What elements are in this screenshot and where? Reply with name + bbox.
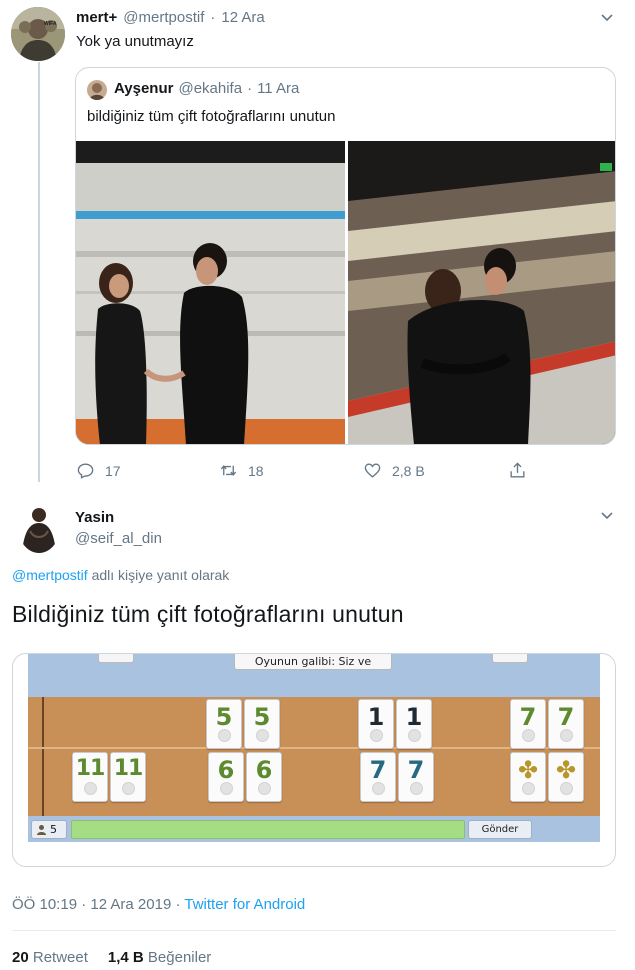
reply-to-link[interactable]: @mertpostif (12, 567, 88, 583)
tweet-text: Yok ya unutmayız (76, 33, 194, 50)
thread-line (38, 62, 40, 482)
tile[interactable]: 6 (208, 752, 244, 802)
tile[interactable]: 7 (398, 752, 434, 802)
retweet-stat[interactable]: 20 Retweet (12, 949, 88, 966)
quote-header: Ayşenur @ekahifa · 11 Ara (114, 80, 300, 97)
chat-input[interactable] (71, 820, 465, 839)
tweet-source[interactable]: Twitter for Android (184, 896, 305, 913)
retweet-icon (220, 465, 237, 476)
like-action[interactable]: 2,8 B (363, 461, 425, 480)
heart-icon (364, 463, 381, 478)
reply-action[interactable]: 17 (76, 461, 121, 480)
avatar-badge: WIFA (44, 21, 57, 27)
photo-1-image (76, 141, 345, 444)
mert-avatar[interactable]: WIFA (11, 7, 65, 61)
tile-slot-left (98, 654, 134, 663)
tile[interactable]: 5 (244, 699, 280, 749)
yasin-avatar-photo (18, 501, 60, 553)
okey-game-image[interactable]: Oyunun galibi: Siz ve Buğra! 5 5 1 1 7 7… (12, 653, 616, 867)
tile[interactable]: 7 (510, 699, 546, 749)
tile[interactable]: 7 (548, 699, 584, 749)
tile[interactable]: 11 (72, 752, 108, 802)
tile[interactable]: 1 (358, 699, 394, 749)
aysenur-avatar (87, 80, 107, 100)
tile-slot-right (492, 654, 528, 663)
tweet-full-date[interactable]: 12 Ara 2019 (90, 896, 171, 913)
tile-rack: 5 5 1 1 7 7 11 11 6 6 7 7 ✤ ✤ (28, 697, 600, 816)
tweet-stats: 20 Retweet 1,4 B Beğeniler (12, 949, 211, 966)
tile[interactable]: 11 (110, 752, 146, 802)
retweet-count: 18 (248, 462, 264, 479)
yasin-avatar[interactable] (18, 501, 60, 553)
aysenur-avatar-photo (87, 80, 107, 100)
tile[interactable]: 6 (246, 752, 282, 802)
joker-tile[interactable]: ✤ (548, 752, 584, 802)
player-count: 5 (50, 822, 57, 836)
reply-to-suffix: adlı kişiye yanıt olarak (91, 567, 230, 583)
replying-to: @mertpostif adlı kişiye yanıt olarak (12, 567, 229, 583)
reply-count: 17 (105, 462, 121, 479)
author-handle[interactable]: @mertpostif (123, 9, 204, 26)
like-count: 2,8 B (392, 462, 425, 479)
share-action[interactable] (508, 461, 527, 480)
quote-author-handle: @ekahifa (178, 80, 243, 97)
joker-tile[interactable]: ✤ (510, 752, 546, 802)
tile[interactable]: 5 (206, 699, 242, 749)
game-bottom-bar: 5 Gönder (28, 816, 600, 842)
winner-banner: Oyunun galibi: Siz ve Buğra! (234, 654, 392, 670)
tile[interactable]: 7 (360, 752, 396, 802)
retweet-action[interactable]: 18 (219, 461, 264, 480)
chevron-down-icon[interactable] (601, 512, 613, 520)
quote-text: bildiğiniz tüm çift fotoğraflarını unutu… (87, 108, 336, 125)
send-button[interactable]: Gönder (468, 820, 532, 839)
quoted-tweet[interactable]: Ayşenur @ekahifa · 11 Ara bildiğiniz tüm… (75, 67, 616, 445)
send-button-label: Gönder (481, 824, 519, 835)
reply-author-handle[interactable]: @seif_al_din (75, 530, 162, 547)
player-count-box: 5 (31, 820, 67, 839)
mert-avatar-photo (11, 7, 65, 61)
player-icon (37, 825, 46, 835)
reply-text: Bildiğiniz tüm çift fotoğraflarını unutu… (12, 601, 404, 627)
share-icon (510, 462, 525, 478)
couple-photo-1[interactable] (76, 141, 345, 444)
rack-edge-left (42, 697, 44, 816)
chevron-down-icon[interactable] (601, 14, 613, 22)
tweet-date[interactable]: 12 Ara (221, 9, 264, 26)
reply-author-name[interactable]: Yasin (75, 509, 114, 526)
game-panel: Oyunun galibi: Siz ve Buğra! 5 5 1 1 7 7… (28, 654, 600, 852)
like-stat[interactable]: 1,4 B Beğeniler (108, 949, 211, 966)
winner-banner-text: Oyunun galibi: Siz ve Buğra! (254, 655, 372, 668)
quote-date: 11 Ara (257, 80, 300, 97)
tile[interactable]: 1 (396, 699, 432, 749)
tweet-time[interactable]: ÖÖ 10:19 (12, 896, 77, 913)
tweet-meta: ÖÖ 10:19 · 12 Ara 2019 · Twitter for And… (12, 896, 306, 913)
divider (12, 930, 616, 931)
couple-photo-2[interactable] (348, 141, 615, 444)
tweet-header: mert+ @mertpostif · 12 Ara (76, 9, 265, 26)
reply-icon (77, 463, 94, 479)
quote-author-name: Ayşenur (114, 80, 174, 97)
photo-2-image (348, 141, 615, 444)
author-name[interactable]: mert+ (76, 9, 117, 26)
